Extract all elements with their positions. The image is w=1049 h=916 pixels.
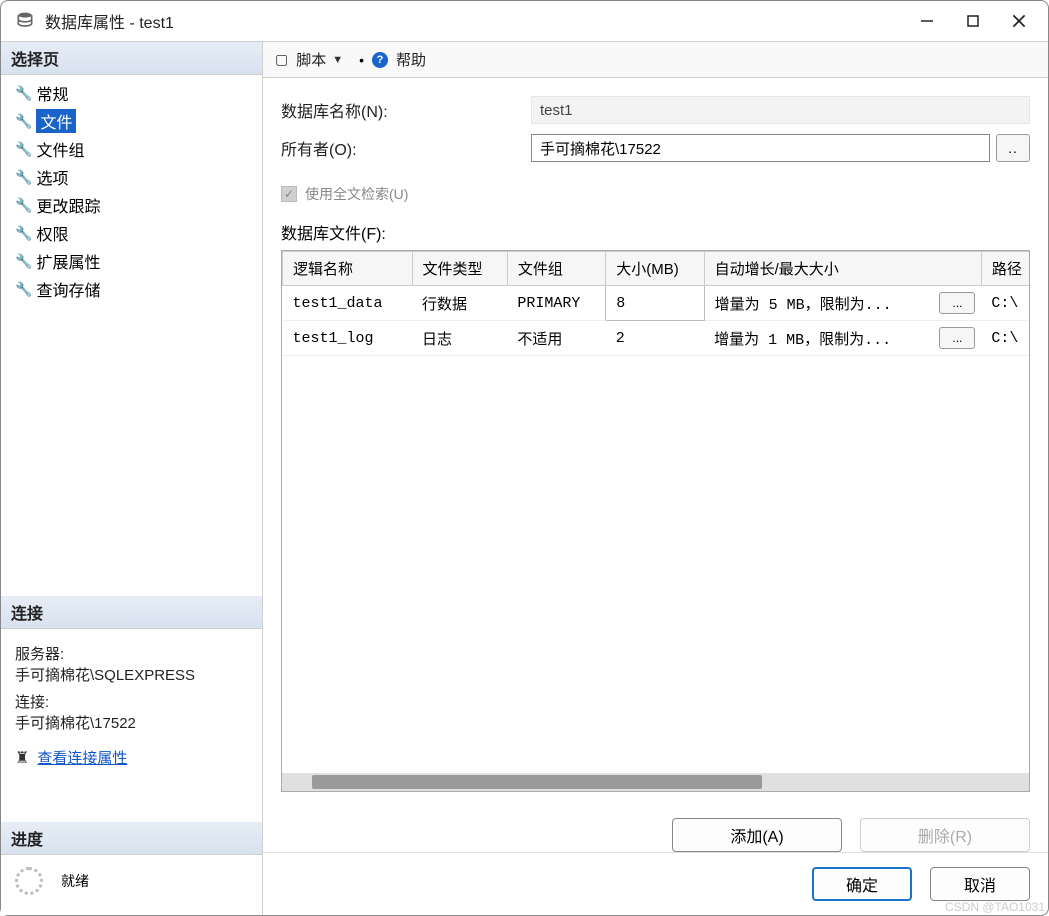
owner-browse-button[interactable]: .. [996, 134, 1030, 162]
files-table: 逻辑名称 文件类型 文件组 大小(MB) 自动增长/最大大小 路径 test1_… [282, 251, 1030, 356]
server-value: 手可摘棉花\SQLEXPRESS [15, 664, 250, 685]
script-icon: ▢ [275, 51, 288, 68]
server-label: 服务器: [15, 643, 250, 664]
toolbar: ▢ 脚本 ▼ • ? 帮助 [263, 42, 1048, 78]
nav-item-filegroups[interactable]: 🔧文件组 [11, 135, 262, 163]
col-file-type[interactable]: 文件类型 [412, 252, 507, 286]
fulltext-label: 使用全文检索(U) [305, 184, 408, 204]
database-icon [15, 11, 35, 31]
window-title: 数据库属性 - test1 [45, 9, 918, 33]
size-cell[interactable]: 8 [606, 286, 704, 321]
maximize-button[interactable] [964, 12, 982, 30]
table-row[interactable]: test1_data 行数据 PRIMARY 8 增量为 5 MB，限制为...… [283, 286, 1031, 321]
col-autogrowth[interactable]: 自动增长/最大大小 [704, 252, 981, 286]
sidebar: 选择页 🔧常规 🔧文件 🔧文件组 🔧选项 🔧更改跟踪 🔧权限 🔧扩展属性 🔧查询… [1, 42, 263, 915]
nav-item-options[interactable]: 🔧选项 [11, 163, 262, 191]
window-controls [918, 12, 1028, 30]
ok-button[interactable]: 确定 [812, 867, 912, 901]
wrench-icon: 🔧 [15, 141, 32, 158]
select-page-header: 选择页 [1, 42, 262, 75]
help-icon: ? [372, 52, 388, 68]
col-size[interactable]: 大小(MB) [606, 252, 704, 286]
autogrowth-edit-button[interactable]: ... [939, 292, 975, 314]
files-label: 数据库文件(F): [281, 220, 1030, 244]
help-button[interactable]: 帮助 [396, 49, 426, 70]
progress-header: 进度 [1, 822, 262, 855]
fulltext-checkbox-row: ✓ 使用全文检索(U) [281, 184, 1030, 204]
chevron-down-icon[interactable]: ▼ [332, 54, 343, 66]
wrench-icon: 🔧 [15, 225, 32, 242]
db-name-field: test1 [531, 96, 1030, 124]
minimize-button[interactable] [918, 12, 936, 30]
add-button[interactable]: 添加(A) [672, 818, 842, 852]
dialog-window: 数据库属性 - test1 选择页 🔧常规 🔧文件 🔧文件组 🔧选项 🔧更改跟踪… [0, 0, 1049, 916]
col-path[interactable]: 路径 [981, 252, 1030, 286]
conn-label: 连接: [15, 691, 250, 712]
owner-input[interactable] [531, 134, 990, 162]
titlebar: 数据库属性 - test1 [1, 1, 1048, 41]
nav-item-permissions[interactable]: 🔧权限 [11, 219, 262, 247]
script-button[interactable]: 脚本 [296, 49, 326, 70]
remove-button: 删除(R) [860, 818, 1030, 852]
nav-list: 🔧常规 🔧文件 🔧文件组 🔧选项 🔧更改跟踪 🔧权限 🔧扩展属性 🔧查询存储 [1, 75, 262, 313]
main-panel: ▢ 脚本 ▼ • ? 帮助 数据库名称(N): test1 所有者(O): .. [263, 42, 1048, 915]
wrench-icon: 🔧 [15, 253, 32, 270]
view-connection-properties-link[interactable]: 查看连接属性 [37, 747, 127, 768]
autogrowth-edit-button[interactable]: ... [939, 327, 975, 349]
connection-section: 服务器: 手可摘棉花\SQLEXPRESS 连接: 手可摘棉花\17522 ♜ … [1, 629, 262, 782]
wrench-icon: 🔧 [15, 113, 32, 130]
horizontal-scrollbar[interactable] [282, 773, 1029, 791]
nav-item-files[interactable]: 🔧文件 [11, 107, 262, 135]
wrench-icon: 🔧 [15, 169, 32, 186]
table-row[interactable]: test1_log 日志 不适用 2 增量为 1 MB，限制为...... C:… [283, 321, 1031, 356]
files-table-container[interactable]: 逻辑名称 文件类型 文件组 大小(MB) 自动增长/最大大小 路径 test1_… [281, 250, 1030, 792]
connection-properties-icon: ♜ [15, 748, 29, 768]
progress-section: 就绪 [1, 855, 262, 915]
owner-label: 所有者(O): [281, 136, 531, 160]
content-area: 数据库名称(N): test1 所有者(O): .. ✓ 使用全文检索(U) 数… [263, 78, 1048, 802]
wrench-icon: 🔧 [15, 281, 32, 298]
connection-header: 连接 [1, 596, 262, 629]
close-button[interactable] [1010, 12, 1028, 30]
cancel-button[interactable]: 取消 [930, 867, 1030, 901]
db-name-label: 数据库名称(N): [281, 98, 531, 122]
wrench-icon: 🔧 [15, 85, 32, 102]
nav-item-extended-props[interactable]: 🔧扩展属性 [11, 247, 262, 275]
fulltext-checkbox: ✓ [281, 186, 297, 202]
watermark: CSDN @TAO1031 [945, 900, 1045, 914]
nav-item-query-store[interactable]: 🔧查询存储 [11, 275, 262, 303]
size-cell[interactable]: 2 [606, 321, 704, 356]
nav-item-general[interactable]: 🔧常规 [11, 79, 262, 107]
wrench-icon: 🔧 [15, 197, 32, 214]
spinner-icon [15, 867, 43, 895]
dialog-buttons: 确定 取消 [263, 852, 1048, 915]
col-logical-name[interactable]: 逻辑名称 [283, 252, 413, 286]
progress-status: 就绪 [61, 871, 89, 891]
nav-item-change-tracking[interactable]: 🔧更改跟踪 [11, 191, 262, 219]
conn-value: 手可摘棉花\17522 [15, 712, 250, 733]
add-remove-row: 添加(A) 删除(R) [263, 802, 1048, 852]
col-filegroup[interactable]: 文件组 [507, 252, 605, 286]
